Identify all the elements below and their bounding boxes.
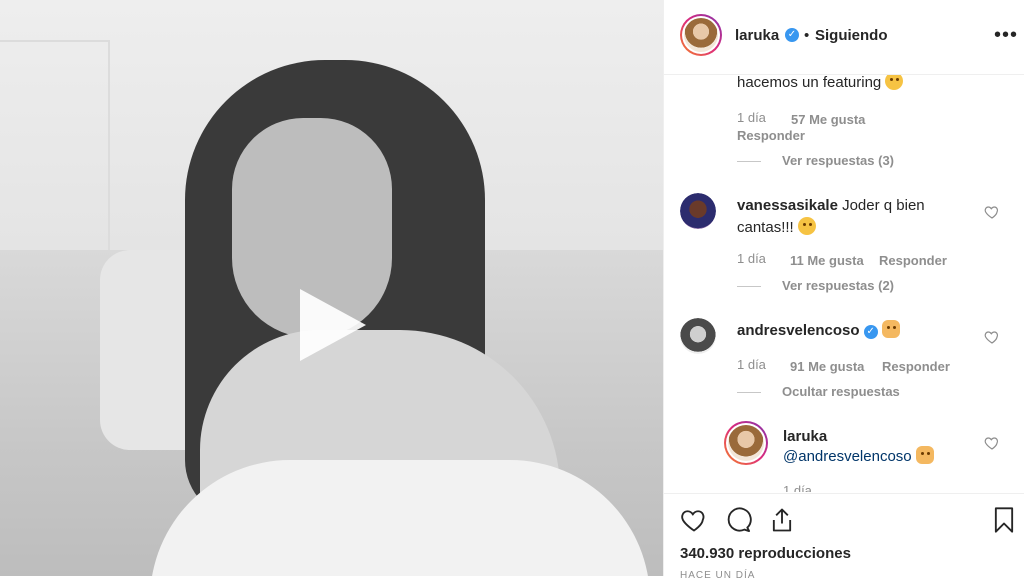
replies-divider [737,286,761,287]
avatar[interactable] [724,421,768,465]
comment-text: andresvelencoso ✓ [737,320,900,342]
more-options-icon[interactable]: ••• [994,24,1018,47]
comment-like-heart-icon[interactable] [984,435,1000,451]
reply-time[interactable]: 1 día [783,483,812,492]
post-header: laruka ✓ • Siguiendo ••• [664,0,1024,75]
comment-time[interactable]: 1 día [737,251,766,266]
follow-button[interactable]: Siguiendo [815,27,888,44]
avatar[interactable] [680,318,716,354]
reply-button[interactable]: Responder [879,253,947,268]
replies-divider [737,161,761,162]
comment-text: vanessasikale Joder q bien cantas!!! [737,195,977,239]
kiss-emoji-icon [885,75,904,90]
comment-likes[interactable]: 57 Me gusta [791,112,865,127]
video-door-frame [0,40,110,274]
mention-link[interactable]: @andresvelencoso [783,448,912,465]
share-icon[interactable] [768,506,796,534]
hugging-emoji-icon [881,320,900,338]
video-player[interactable] [0,0,663,576]
comment-body: hacemos un featuring [737,75,882,91]
comment-icon[interactable] [724,506,752,534]
play-icon[interactable] [300,289,366,361]
comment-likes[interactable]: 11 Me gusta [790,253,864,268]
reply-button[interactable]: Responder [882,359,950,374]
video-guitar [150,460,650,576]
comment-like-heart-icon[interactable] [984,329,1000,345]
hide-replies-button[interactable]: Ocultar respuestas [782,384,900,399]
view-replies-button[interactable]: Ver respuestas (3) [782,153,894,168]
replies-divider [737,392,761,393]
comment-like-heart-icon[interactable] [984,204,1000,220]
comment-username[interactable]: vanessasikale [737,197,838,214]
comment-time[interactable]: 1 día [737,357,766,372]
post-panel: laruka ✓ • Siguiendo ••• hacemos un feat… [663,0,1024,581]
comment-time[interactable]: 1 día [737,110,766,125]
bookmark-icon[interactable] [990,506,1018,534]
header-username[interactable]: laruka [735,27,779,44]
reply-text: @andresvelencoso [783,446,934,468]
reply-button[interactable]: Responder [737,128,805,143]
heart-icon[interactable] [680,506,708,534]
views-number: 340.930 [680,545,735,562]
hugging-emoji-icon [915,446,934,464]
reply-username-line: laruka [783,426,827,448]
verified-badge-icon: ✓ [785,28,799,42]
header-separator: • [804,27,810,44]
comment-username[interactable]: andresvelencoso [737,322,860,339]
comment-likes[interactable]: 91 Me gusta [790,359,864,374]
views-label: reproducciones [738,545,851,562]
post-actions: 340.930 reproducciones HACE UN DÍA [664,493,1024,581]
verified-badge-icon: ✓ [863,325,878,339]
comment-text: hacemos un featuring [737,75,904,94]
views-count[interactable]: 340.930 reproducciones [680,545,851,562]
avatar[interactable] [680,193,716,229]
avatar[interactable] [680,14,722,56]
comment-body-line2: cantas!!! [737,219,794,236]
comments-list[interactable]: hacemos un featuring 1 día 57 Me gusta R… [664,75,1024,492]
reply-username[interactable]: laruka [783,428,827,445]
comment-body-line1: Joder q bien [842,197,925,214]
heart-eyes-emoji-icon [797,217,816,235]
view-replies-button[interactable]: Ver respuestas (2) [782,278,894,293]
